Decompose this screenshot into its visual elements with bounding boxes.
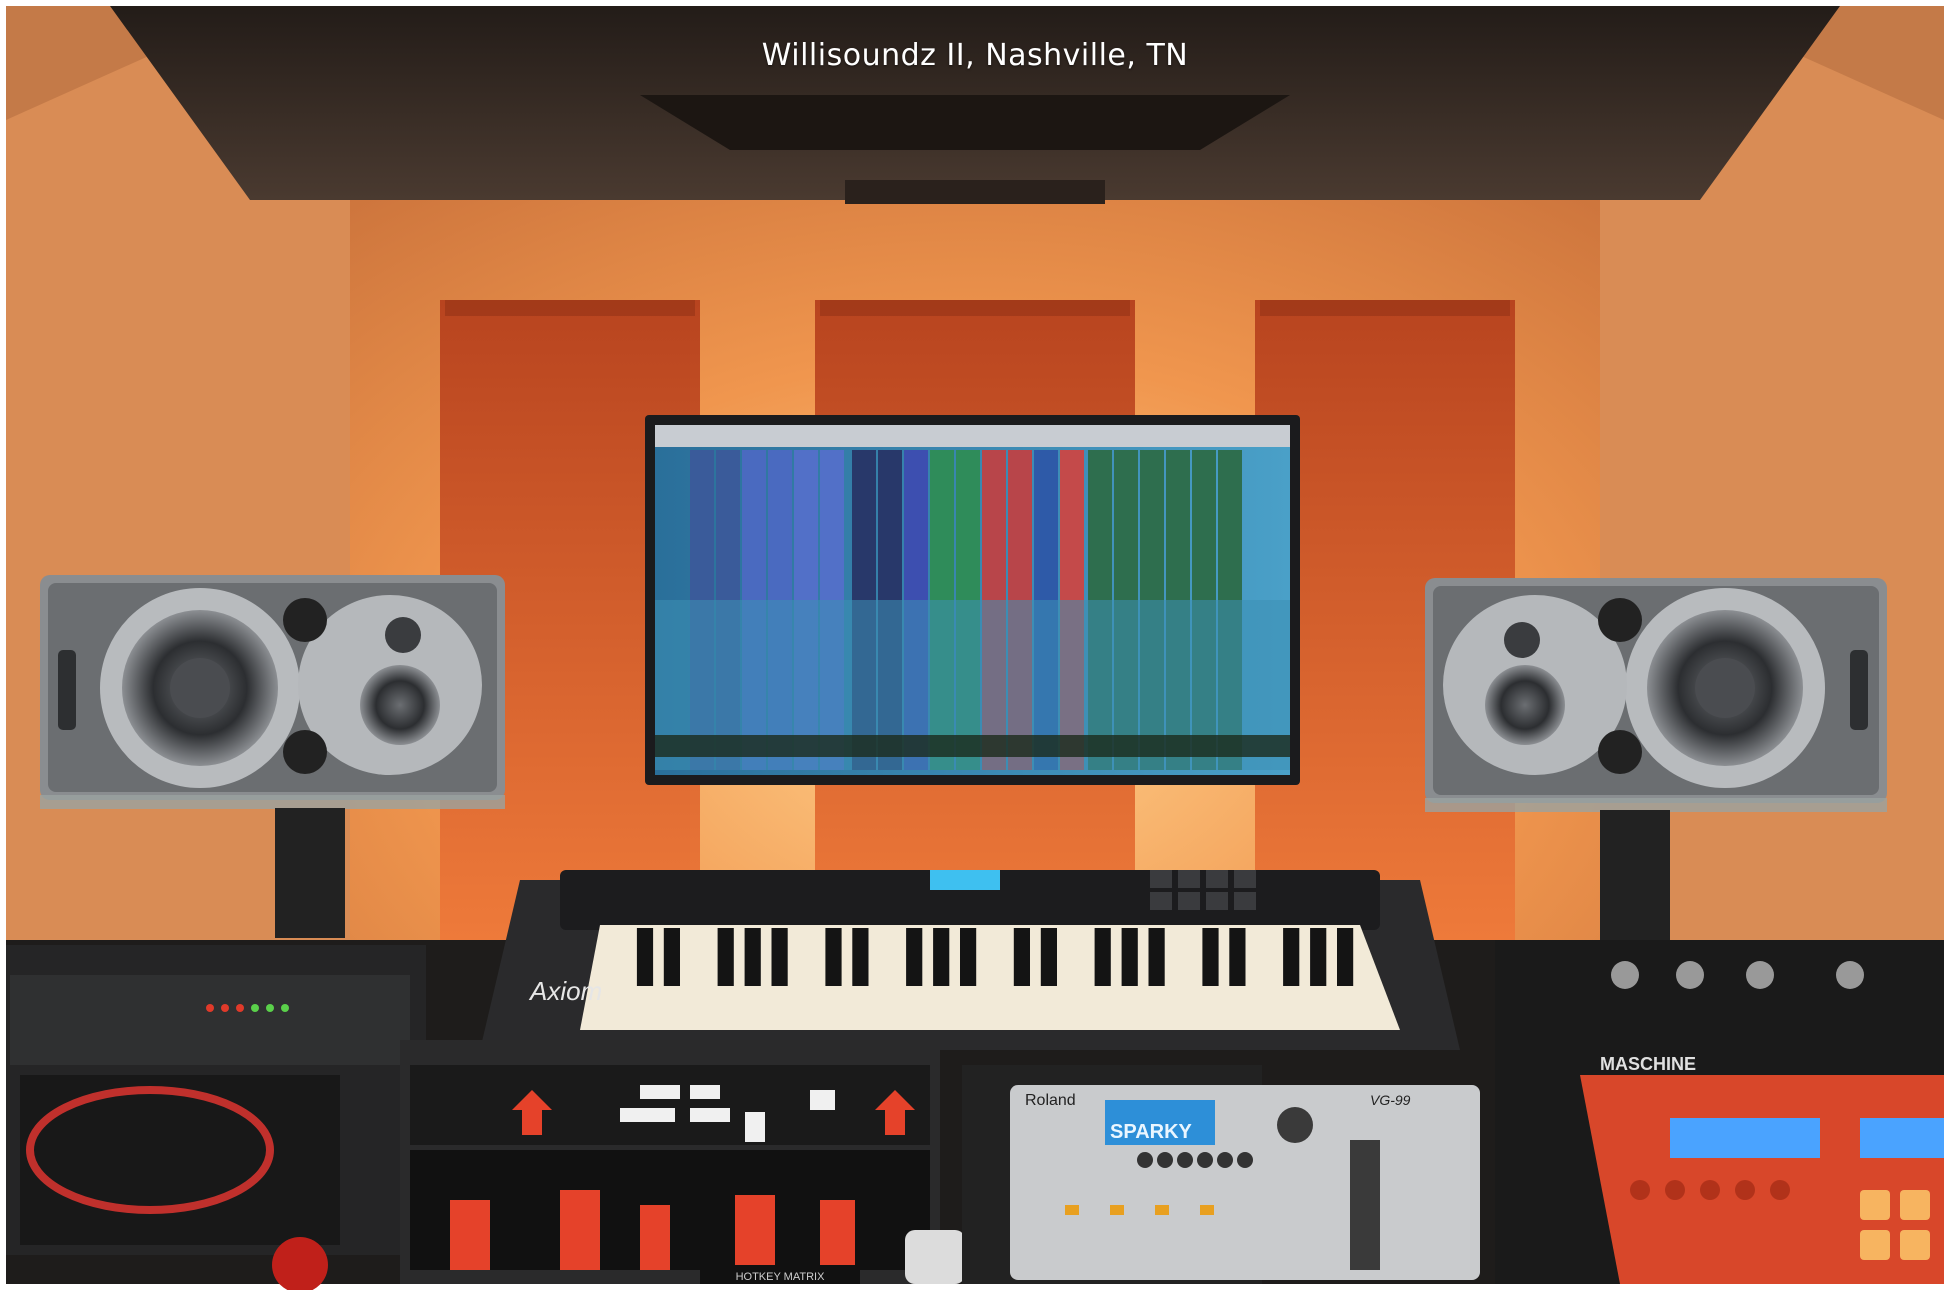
synth-brand-label: Roland xyxy=(1025,1092,1076,1109)
black-key xyxy=(1148,928,1165,986)
black-key xyxy=(933,928,950,986)
black-key xyxy=(906,928,923,986)
black-key xyxy=(1121,928,1138,986)
black-key xyxy=(1013,928,1030,986)
black-key xyxy=(1229,928,1246,986)
black-key xyxy=(717,928,734,986)
controller-brand-label: MASCHINE xyxy=(1600,1054,1696,1074)
black-key xyxy=(1094,928,1111,986)
black-key xyxy=(771,928,788,986)
studio-photo: Axiom HOTKEY MATRIX SPARKY Roland VG-99 xyxy=(0,0,1950,1290)
rack-label: HOTKEY MATRIX xyxy=(736,1271,825,1283)
black-key xyxy=(636,928,654,986)
synth-model-label: VG-99 xyxy=(1370,1092,1411,1108)
black-key xyxy=(1310,928,1327,986)
black-key xyxy=(825,928,842,986)
black-key xyxy=(1283,928,1300,986)
photo-caption: Willisoundz II, Nashville, TN xyxy=(761,38,1189,73)
synth-display: SPARKY xyxy=(1110,1121,1193,1143)
keyboard-brand-label: Axiom xyxy=(528,976,602,1006)
black-key xyxy=(1040,928,1057,986)
black-key xyxy=(663,928,680,986)
black-key xyxy=(852,928,869,986)
black-key xyxy=(1202,928,1219,986)
black-key xyxy=(1337,928,1354,986)
black-key xyxy=(960,928,977,986)
black-key xyxy=(744,928,761,986)
